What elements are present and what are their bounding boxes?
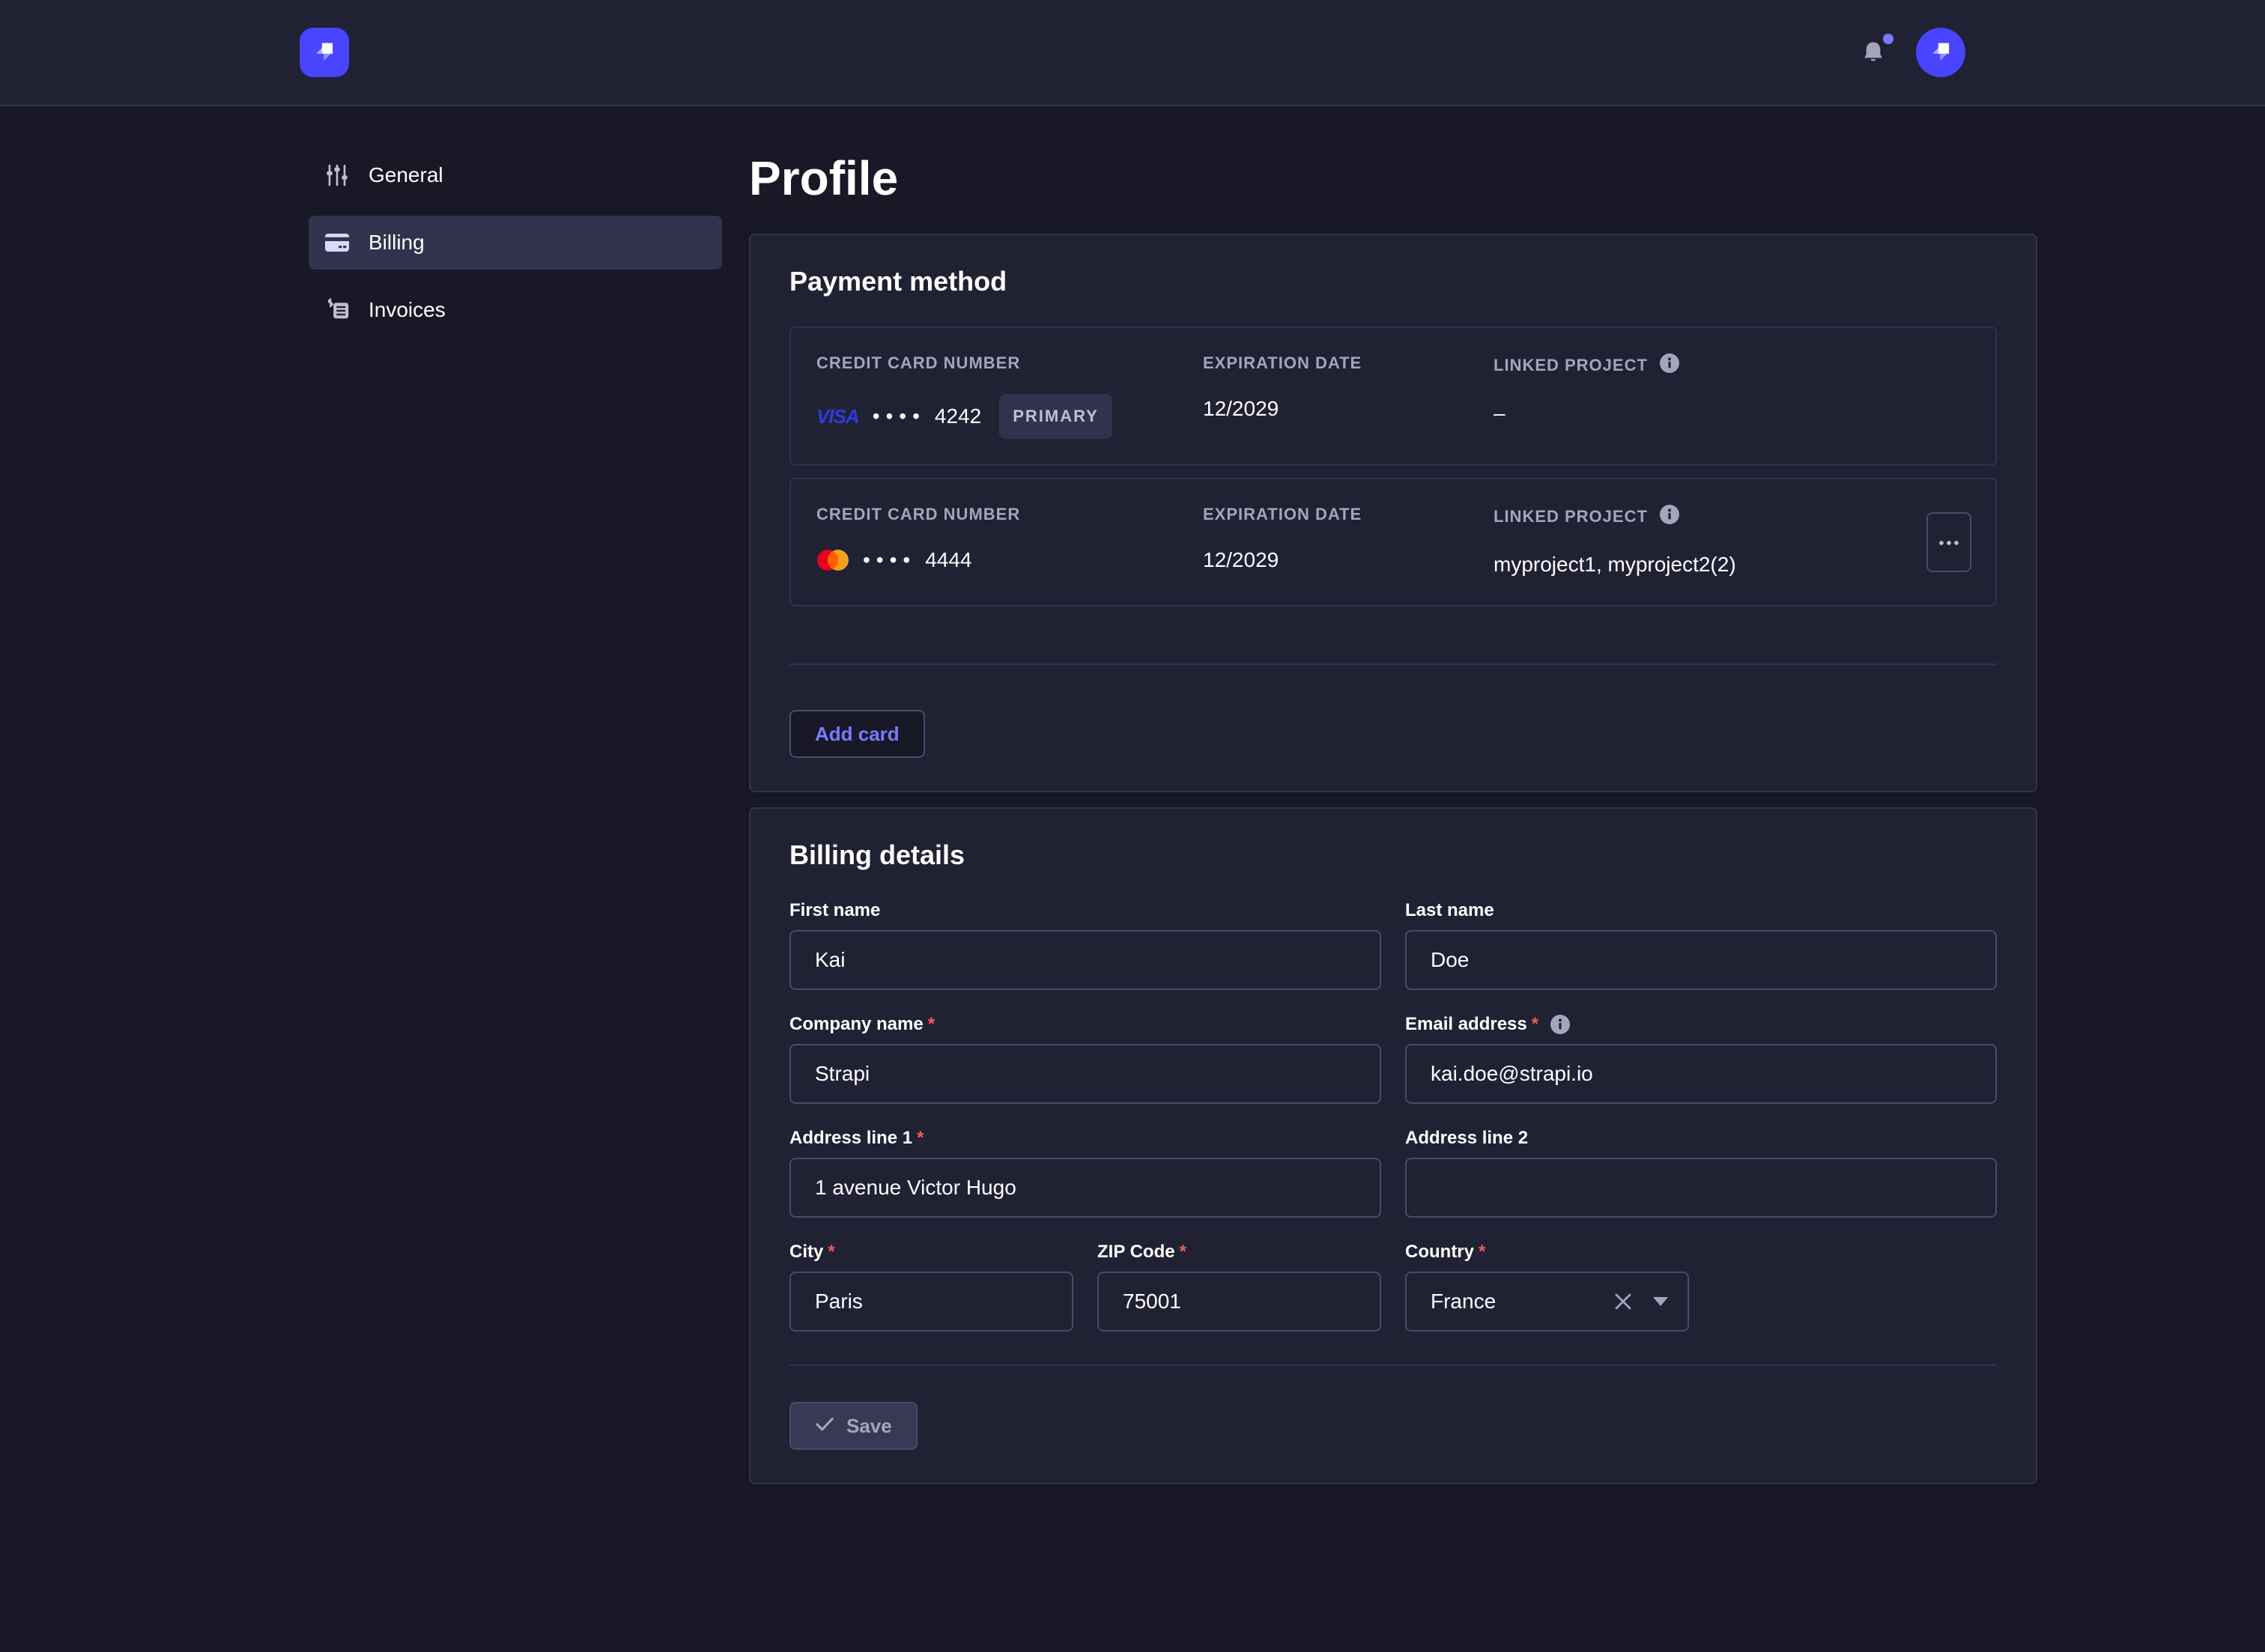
topbar-actions bbox=[1858, 28, 1965, 77]
address-line-1-input[interactable] bbox=[789, 1158, 1381, 1218]
credit-card-number-header: CREDIT CARD NUMBER bbox=[816, 353, 1203, 373]
credit-card-row-visa: CREDIT CARD NUMBER VISA •••• 4242 PRIMAR… bbox=[789, 327, 1997, 466]
sidebar-item-billing[interactable]: Billing bbox=[309, 216, 722, 270]
expiration-date-header: EXPIRATION DATE bbox=[1203, 353, 1494, 373]
sliders-icon bbox=[324, 163, 351, 187]
address-line-2-label: Address line 2 bbox=[1405, 1128, 1528, 1149]
company-name-field: Company name * bbox=[789, 1014, 1381, 1104]
bell-icon bbox=[1861, 47, 1886, 70]
credit-card-row-mastercard: CREDIT CARD NUMBER •••• 4444 bbox=[789, 478, 1997, 607]
first-name-input[interactable] bbox=[789, 930, 1381, 990]
sidebar-item-label: Invoices bbox=[369, 298, 446, 322]
page-title: Profile bbox=[749, 150, 2037, 207]
info-icon[interactable] bbox=[1660, 505, 1679, 529]
credit-card-number-value: VISA •••• 4242 PRIMARY bbox=[816, 394, 1203, 439]
linked-project-header: LINKED PROJECT bbox=[1494, 356, 1648, 375]
visa-logo: VISA bbox=[816, 401, 859, 431]
last-name-input[interactable] bbox=[1405, 930, 1997, 990]
primary-badge: PRIMARY bbox=[999, 394, 1112, 439]
clear-selection-icon[interactable] bbox=[1614, 1293, 1632, 1311]
save-button[interactable]: Save bbox=[789, 1402, 918, 1450]
notifications-button[interactable] bbox=[1858, 37, 1889, 68]
expiration-date-value: 12/2029 bbox=[1203, 545, 1494, 575]
credit-card-icon bbox=[324, 232, 351, 253]
billing-form: First name Last name bbox=[789, 900, 1997, 1331]
payment-divider bbox=[789, 663, 1997, 665]
card-options-button[interactable] bbox=[1926, 512, 1971, 572]
billing-details-card: Billing details First name Last name bbox=[749, 807, 2037, 1484]
check-icon bbox=[815, 1415, 834, 1438]
notification-dot bbox=[1883, 34, 1893, 44]
chevron-down-icon[interactable] bbox=[1653, 1297, 1668, 1306]
avatar-strapi-icon bbox=[1926, 36, 1955, 70]
invoice-icon bbox=[324, 298, 351, 322]
masked-digits: •••• bbox=[863, 545, 916, 575]
zip-code-field: ZIP Code * bbox=[1097, 1242, 1381, 1331]
address-line-2-field: Address line 2 bbox=[1405, 1128, 1997, 1218]
city-input[interactable] bbox=[789, 1272, 1073, 1331]
topbar bbox=[0, 0, 2265, 106]
linked-project-header: LINKED PROJECT bbox=[1494, 507, 1648, 526]
settings-sidebar: General Billing bbox=[309, 106, 722, 350]
zip-code-input[interactable] bbox=[1097, 1272, 1381, 1331]
last-name-field: Last name bbox=[1405, 900, 1997, 990]
mastercard-logo bbox=[816, 548, 849, 572]
credit-card-number-header: CREDIT CARD NUMBER bbox=[816, 505, 1203, 524]
billing-divider bbox=[789, 1364, 1997, 1366]
last-name-label: Last name bbox=[1405, 900, 1494, 921]
address-line-2-input[interactable] bbox=[1405, 1158, 1997, 1218]
first-name-label: First name bbox=[789, 900, 880, 921]
billing-details-title: Billing details bbox=[789, 839, 1997, 872]
sidebar-item-invoices[interactable]: Invoices bbox=[309, 283, 722, 337]
payment-method-title: Payment method bbox=[789, 265, 1997, 298]
card-last4: 4242 bbox=[935, 401, 981, 431]
zip-code-label: ZIP Code bbox=[1097, 1242, 1175, 1263]
expiration-date-header: EXPIRATION DATE bbox=[1203, 505, 1494, 524]
sidebar-item-label: Billing bbox=[369, 231, 425, 255]
credit-card-number-value: •••• 4444 bbox=[816, 545, 1203, 575]
expiration-date-value: 12/2029 bbox=[1203, 394, 1494, 424]
email-address-field: Email address * bbox=[1405, 1014, 1997, 1104]
linked-project-value: – bbox=[1494, 398, 1970, 428]
user-menu-avatar[interactable] bbox=[1916, 28, 1965, 77]
sidebar-item-general[interactable]: General bbox=[309, 148, 722, 202]
address-line-1-field: Address line 1 * bbox=[789, 1128, 1381, 1218]
country-select[interactable]: France bbox=[1405, 1272, 1689, 1331]
email-address-label: Email address bbox=[1405, 1014, 1527, 1035]
more-options-icon bbox=[1938, 539, 1959, 546]
company-name-label: Company name bbox=[789, 1014, 924, 1035]
city-field: City * bbox=[789, 1242, 1073, 1331]
card-last4: 4444 bbox=[925, 545, 971, 575]
add-card-button[interactable]: Add card bbox=[789, 710, 925, 758]
app-root: General Billing bbox=[0, 0, 2265, 1652]
country-field: Country * France bbox=[1405, 1242, 1689, 1331]
country-label: Country bbox=[1405, 1242, 1474, 1263]
sidebar-item-label: General bbox=[369, 163, 443, 187]
email-address-input[interactable] bbox=[1405, 1044, 1997, 1104]
save-button-label: Save bbox=[846, 1415, 892, 1438]
city-label: City bbox=[789, 1242, 823, 1263]
info-icon[interactable] bbox=[1660, 353, 1679, 377]
company-name-input[interactable] bbox=[789, 1044, 1381, 1104]
country-selected-value: France bbox=[1431, 1290, 1593, 1314]
strapi-logo[interactable] bbox=[300, 28, 349, 77]
linked-project-value: myproject1, myproject2(2) bbox=[1494, 550, 1970, 580]
strapi-logo-icon bbox=[310, 36, 339, 70]
first-name-field: First name bbox=[789, 900, 1381, 990]
info-icon[interactable] bbox=[1550, 1015, 1570, 1034]
profile-main: Profile Payment method CREDIT CARD NUMBE… bbox=[749, 106, 2037, 1484]
masked-digits: •••• bbox=[873, 401, 926, 431]
address-line-1-label: Address line 1 bbox=[789, 1128, 912, 1149]
payment-method-card: Payment method CREDIT CARD NUMBER VISA •… bbox=[749, 234, 2037, 792]
